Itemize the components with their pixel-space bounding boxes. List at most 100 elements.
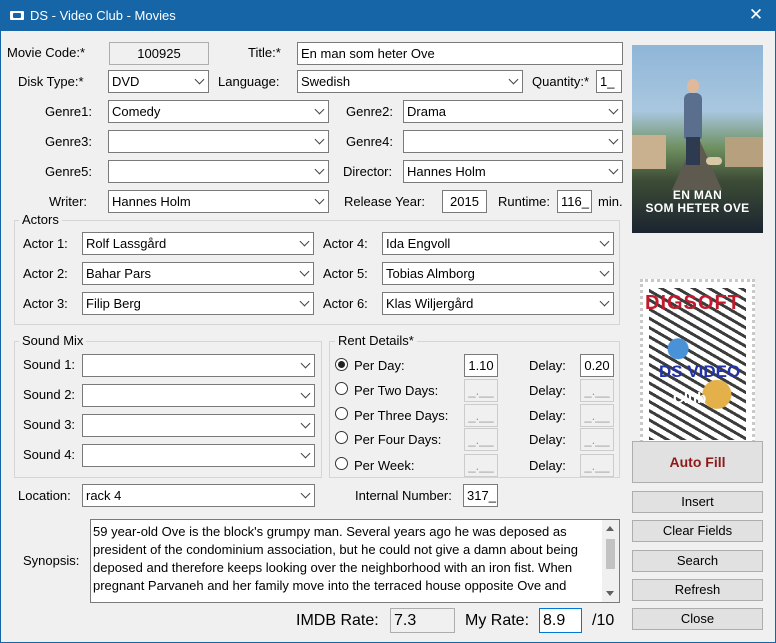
chevron-down-icon [194,74,205,85]
video-club-logo: DIGSOFT DS VIDEO Club [640,279,755,449]
rent-three-days-price[interactable]: _.__ [464,404,498,427]
actor4-select[interactable]: Ida Engvoll [382,232,614,255]
quantity-field[interactable]: 1_ [596,70,622,93]
movie-code-field[interactable]: 100925 [109,42,209,65]
my-rate-label: My Rate: [465,612,530,629]
actor6-select[interactable]: Klas Wiljergård [382,292,614,315]
movie-poster[interactable]: EN MAN SOM HETER OVE [632,45,763,233]
sound4-label: Sound 4: [23,447,76,462]
auto-fill-button[interactable]: Auto Fill [632,441,763,483]
rent-four-days-radio[interactable] [335,431,348,444]
window-close-button[interactable]: ✕ [736,0,776,31]
chevron-down-icon [608,134,619,145]
poster-figure-head [687,79,699,93]
title-bar: DS - Video Club - Movies ✕ [0,0,776,31]
actor3-select[interactable]: Filip Berg [82,292,314,315]
chevron-down-icon [300,388,311,399]
sound3-select[interactable] [82,414,315,437]
actor1-select[interactable]: Rolf Lassgård [82,232,314,255]
actor1-value: Rolf Lassgård [86,236,167,251]
sound4-select[interactable] [82,444,315,467]
chevron-down-icon [300,358,311,369]
synopsis-scrollbar[interactable] [602,520,619,602]
actor3-value: Filip Berg [86,296,141,311]
rent-week-radio[interactable] [335,457,348,470]
release-year-field[interactable]: 2015 [442,190,487,213]
rent-details-group-title: Rent Details* [335,333,417,348]
actor5-select[interactable]: Tobias Almborg [382,262,614,285]
genre3-select[interactable] [108,130,329,153]
synopsis-text: 59 year-old Ove is the block's grumpy ma… [93,524,578,593]
actor2-value: Bahar Pars [86,266,152,281]
actor4-value: Ida Engvoll [386,236,451,251]
rent-four-days-delay-label: Delay: [529,432,566,447]
rent-three-days-delay[interactable]: _.__ [580,404,614,427]
logo-text-company: DIGSOFT [645,292,741,314]
synopsis-textarea[interactable]: 59 year-old Ove is the block's grumpy ma… [90,519,620,603]
sound1-select[interactable] [82,354,315,377]
scroll-thumb[interactable] [606,539,615,569]
rent-week-price[interactable]: _.__ [464,454,498,477]
director-select[interactable]: Hannes Holm [403,160,623,183]
runtime-field[interactable]: 116_ [557,190,592,213]
genre2-label: Genre2: [346,104,393,119]
internal-number-field[interactable]: 317_ [463,484,498,507]
rent-two-days-delay[interactable]: _.__ [580,379,614,402]
search-button[interactable]: Search [632,550,763,572]
language-value: Swedish [301,74,351,89]
rent-four-days-price[interactable]: _.__ [464,428,498,451]
actors-group-title: Actors [19,212,62,227]
title-label: Title:* [248,45,281,60]
location-select[interactable]: rack 4 [82,484,315,507]
genre2-select[interactable]: Drama [403,100,623,123]
refresh-button[interactable]: Refresh [632,579,763,601]
sound2-select[interactable] [82,384,315,407]
actor2-select[interactable]: Bahar Pars [82,262,314,285]
scroll-up-icon[interactable] [606,526,614,531]
rent-week-delay[interactable]: _.__ [580,454,614,477]
synopsis-label: Synopsis: [23,553,80,568]
genre1-select[interactable]: Comedy [108,100,329,123]
rent-three-days-radio[interactable] [335,407,348,420]
scroll-down-icon[interactable] [606,591,614,596]
window-title: DS - Video Club - Movies [30,8,176,23]
my-rate-suffix: /10 [592,612,615,629]
actor2-label: Actor 2: [23,266,68,281]
writer-select[interactable]: Hannes Holm [108,190,329,213]
poster-title-line2: SOM HETER OVE [645,201,750,215]
director-value: Hannes Holm [407,164,486,179]
chevron-down-icon [300,418,311,429]
sound3-label: Sound 3: [23,417,76,432]
poster-house [725,137,763,167]
app-video-icon [10,11,24,20]
my-rate-field[interactable]: 8.9 [539,608,582,633]
rent-four-days-delay[interactable]: _.__ [580,428,614,451]
close-button[interactable]: Close [632,608,763,630]
rent-two-days-radio[interactable] [335,382,348,395]
genre5-select[interactable] [108,160,329,183]
rent-per-day-price[interactable]: 1.10 [464,354,498,377]
rent-two-days-price[interactable]: _.__ [464,379,498,402]
release-year-label: Release Year: [344,194,425,209]
insert-button[interactable]: Insert [632,491,763,513]
language-label: Language: [218,74,280,89]
disk-type-select[interactable]: DVD [108,70,209,93]
director-label: Director: [343,164,393,179]
chevron-down-icon [608,164,619,175]
disk-type-value: DVD [112,74,140,89]
actor4-label: Actor 4: [323,236,368,251]
writer-label: Writer: [49,194,88,209]
rent-per-day-radio[interactable] [335,358,348,371]
poster-figure-legs [686,137,700,165]
genre5-label: Genre5: [45,164,92,179]
poster-dog [706,157,722,165]
title-field[interactable]: En man som heter Ove [297,42,623,65]
poster-title: EN MAN SOM HETER OVE [632,189,763,215]
genre4-select[interactable] [403,130,623,153]
language-select[interactable]: Swedish [297,70,523,93]
clear-fields-button[interactable]: Clear Fields [632,520,763,542]
imdb-rate-label: IMDB Rate: [296,612,379,629]
rent-per-day-delay[interactable]: 0.20 [580,354,614,377]
imdb-rate-field[interactable]: 7.3 [390,608,455,633]
chevron-down-icon [314,104,325,115]
